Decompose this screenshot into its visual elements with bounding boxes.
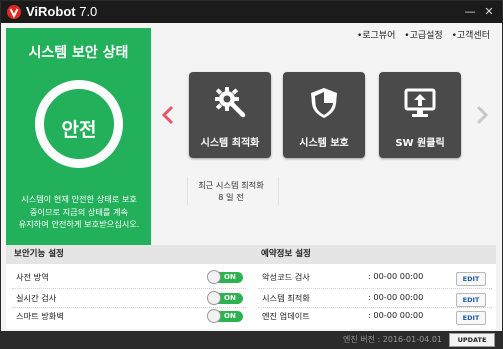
update-button[interactable]: UPDATE xyxy=(449,333,495,347)
gear-wrench-icon xyxy=(214,86,246,120)
edit-malware-scan-button[interactable]: EDIT xyxy=(456,272,486,286)
settings-section: 보안기능 설정 예약정보 설정 사전 방역 ON 악성코드 검사 : 00-00… xyxy=(6,245,496,329)
smart-firewall-toggle[interactable]: ON xyxy=(207,309,243,323)
link-customer-center[interactable]: •고객센터 xyxy=(452,31,490,41)
realtime-scan-label: 실시간 검사 xyxy=(16,293,57,303)
row-divider xyxy=(12,307,246,308)
monitor-upload-icon xyxy=(404,86,436,120)
system-protect-tile[interactable]: 시스템 보호 xyxy=(283,72,365,158)
app-brand: ViRobot xyxy=(26,4,76,19)
malware-scan-time: : 00-00 00:00 xyxy=(368,271,424,281)
main-window: ViRobot 7.0 — ✕ •로그뷰어 •고급설정 •고객센터 시스템 보안… xyxy=(0,0,503,349)
system-optimize-tile[interactable]: 시스템 최적화 xyxy=(189,72,271,158)
status-description: 시스템이 현재 안전한 상태로 보호 중이므로 지금의 상태를 계속 유지하여 … xyxy=(18,194,140,229)
toggle-knob xyxy=(207,309,221,323)
status-state: 안전 xyxy=(61,119,97,141)
realtime-scan-toggle[interactable]: ON xyxy=(207,291,243,305)
status-title: 시스템 보안 상태 xyxy=(28,45,129,61)
virobot-logo-icon xyxy=(7,5,21,19)
system-optimize-schedule-time: : 00-00 00:00 xyxy=(368,292,424,302)
edit-engine-update-button[interactable]: EDIT xyxy=(456,311,486,325)
last-optimization-info: 최근 시스템 최적화 8 일 전 xyxy=(176,179,286,203)
edit-system-optimize-button[interactable]: EDIT xyxy=(456,293,486,307)
row-divider xyxy=(258,288,492,289)
precheck-label: 사전 방역 xyxy=(16,272,49,282)
row-divider xyxy=(258,307,492,308)
top-links: •로그뷰어 •고급설정 •고객센터 xyxy=(351,28,490,41)
tile-label: 시스템 보호 xyxy=(299,138,349,149)
toggle-knob xyxy=(207,270,221,284)
toggle-knob xyxy=(207,291,221,305)
shield-icon xyxy=(308,86,340,120)
title-bar: ViRobot 7.0 — ✕ xyxy=(1,1,502,23)
system-optimize-schedule-label: 시스템 최적화 xyxy=(262,293,310,303)
link-advanced-settings[interactable]: •고급설정 xyxy=(404,31,442,41)
tile-label: 시스템 최적화 xyxy=(200,138,260,149)
close-button[interactable]: ✕ xyxy=(482,5,496,19)
precheck-toggle[interactable]: ON xyxy=(207,270,243,284)
sw-oneclick-tile[interactable]: SW 원클릭 xyxy=(379,72,461,158)
tile-label: SW 원클릭 xyxy=(395,138,445,149)
last-optimization-days: 8 일 전 xyxy=(218,192,244,202)
engine-version: 엔진 버전 : 2016-01-04.01 xyxy=(343,335,442,344)
security-status-panel: 시스템 보안 상태 안전 시스템이 현재 안전한 상태로 보호 중이므로 지금의… xyxy=(6,28,151,245)
engine-update-label: 엔진 업데이트 xyxy=(262,311,310,321)
chevron-left-icon[interactable] xyxy=(161,105,175,125)
security-settings-header: 보안기능 설정 xyxy=(6,245,251,264)
footer-bar: 엔진 버전 : 2016-01-04.01 UPDATE xyxy=(1,331,502,348)
row-divider xyxy=(12,288,246,289)
smart-firewall-label: 스마트 방화벽 xyxy=(16,311,64,321)
malware-scan-label: 악성코드 검사 xyxy=(262,272,310,282)
status-ring: 안전 xyxy=(35,80,123,168)
chevron-right-icon[interactable] xyxy=(475,105,489,125)
last-optimization-label: 최근 시스템 최적화 xyxy=(198,180,264,190)
app-version: 7.0 xyxy=(79,4,98,19)
link-log-viewer[interactable]: •로그뷰어 xyxy=(357,31,395,41)
schedule-settings-header: 예약정보 설정 xyxy=(251,245,496,264)
engine-update-time: : 00-00 00:00 xyxy=(368,310,424,320)
minimize-button[interactable]: — xyxy=(463,5,477,19)
app-title: ViRobot 7.0 xyxy=(26,4,97,19)
